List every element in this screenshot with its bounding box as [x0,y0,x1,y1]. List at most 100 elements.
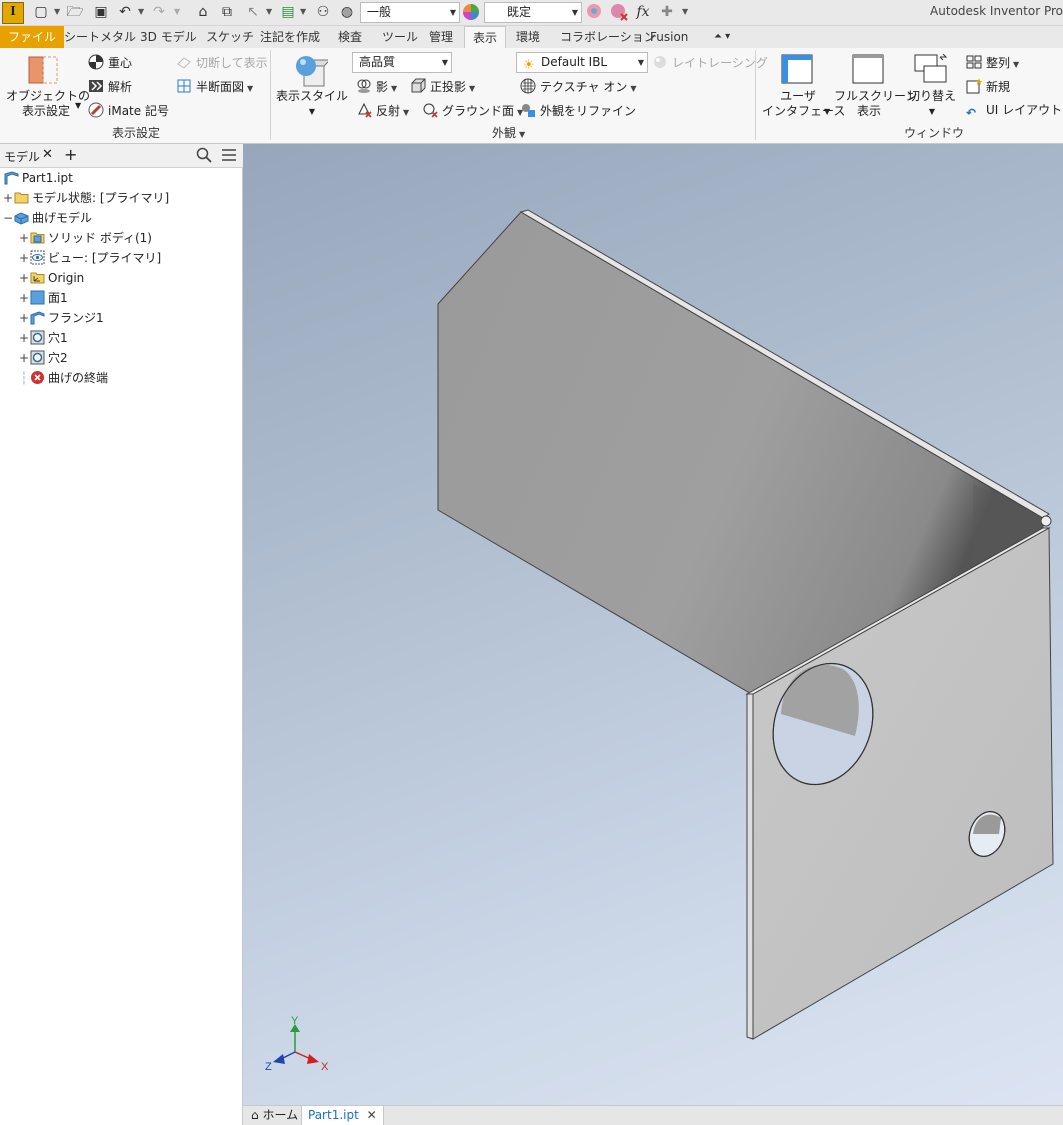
menu-icon[interactable] [221,147,237,166]
user-interface-icon[interactable] [781,54,813,84]
new-file-icon[interactable]: ▢ [32,3,50,21]
center-of-gravity-button[interactable]: 重心 [88,54,132,71]
tree-item[interactable]: − 曲げモデル [2,208,92,228]
material-select[interactable]: 一般 ▼ [360,2,460,23]
undo-icon[interactable]: ↶ [116,3,134,21]
shadows-button[interactable]: 影 ▼ [356,78,397,97]
fx-parameters-icon[interactable]: fx [634,3,652,21]
close-icon[interactable]: ✕ [42,147,53,162]
arrange-button[interactable]: 整列 ▼ [966,54,1019,73]
tab-annotate[interactable]: 注記を作成 [252,26,328,48]
analysis-button[interactable]: 解析 [88,78,132,95]
orthographic-button[interactable]: 正投影 ▼ [410,78,475,97]
home-icon[interactable]: ⌂ [194,3,212,21]
tab-manage[interactable]: 管理 [421,26,461,48]
search-icon[interactable] [196,147,212,166]
material-icon[interactable]: ◍ [338,3,356,21]
tab-file[interactable]: ファイル [0,26,65,48]
ibl-select[interactable]: ☀ Default IBL ▼ [516,52,648,73]
clear-appearance-icon[interactable] [610,3,628,21]
tab-fusion[interactable]: Fusion [642,26,696,48]
tab-tools[interactable]: ツール [374,26,426,48]
tree-item[interactable]: + モデル状態: [プライマリ] [2,188,169,208]
switch-windows-icon[interactable] [914,53,948,84]
color-wheel-icon[interactable] [462,3,480,21]
sheet-metal-part[interactable] [243,144,1063,1105]
end-of-part-icon [30,370,45,385]
expand-icon[interactable]: + [18,248,30,268]
ground-plane-button[interactable]: グラウンド面 ▼ [422,102,523,121]
tab-inspect[interactable]: 検査 [330,26,370,48]
ipropertiess-icon[interactable]: ⚇ [314,3,332,21]
object-visibility-button[interactable]: オブジェクトの 表示設定 [6,89,90,119]
select-icon[interactable]: ↖ [244,3,262,21]
tree-item[interactable]: + フランジ1 [18,308,104,328]
undo-dropdown-icon[interactable]: ▼ [138,8,146,16]
tree-item[interactable]: + ビュー: [プライマリ] [18,248,161,268]
collapse-icon[interactable]: − [2,208,14,228]
reflections-button[interactable]: 反射 ▼ [356,102,409,121]
part-document-tab[interactable]: Part1.ipt ✕ [301,1106,384,1125]
imate-glyphs-button[interactable]: iMate 記号 [88,102,169,119]
save-icon[interactable]: ▣ [92,3,110,21]
switch-windows-button[interactable]: 切り替え ▼ [905,89,959,119]
tree-item[interactable]: + ソリッド ボディ(1) [18,228,152,248]
redo-icon[interactable]: ↷ [150,3,168,21]
select-dropdown-icon[interactable]: ▼ [266,8,274,16]
inventor-logo-icon[interactable]: I [2,2,24,24]
customize-dropdown-icon[interactable]: ▼ [682,8,690,16]
browser-tab-model[interactable]: モデル [4,148,40,165]
tab-sheet-metal[interactable]: シートメタル [56,26,144,48]
half-section-button[interactable]: 半断面図 ▼ [176,78,253,97]
close-icon[interactable]: ✕ [367,1108,377,1122]
appearance-select[interactable]: 既定 ▼ [484,2,582,23]
add-tab-icon[interactable]: + [64,145,77,164]
expand-icon[interactable]: + [18,348,30,368]
reset-ui-layout-button[interactable]: ↶ UI レイアウトを リ [966,102,1063,121]
object-visibility-icon[interactable] [28,56,58,84]
open-folder-icon[interactable]: 🗁 [66,3,84,21]
ribbon-options-icon[interactable]: ⏶ ▾ [706,26,738,48]
new-window-label: 新規 [986,80,1011,94]
new-dropdown-icon[interactable]: ▼ [54,8,62,16]
ray-tracing-button[interactable]: レイトレーシング [652,54,768,71]
tab-3d-model[interactable]: 3D モデル [132,26,205,48]
textures-on-button[interactable]: テクスチャ オン ▼ [520,78,637,97]
update-dropdown-icon[interactable]: ▼ [300,8,308,16]
expand-icon[interactable]: + [18,308,30,328]
appearance-group-label[interactable]: 外観 ▼ [492,124,525,141]
tab-view[interactable]: 表示 [464,26,507,48]
tree-item[interactable]: + 穴2 [18,348,68,368]
expand-icon[interactable]: + [18,268,30,288]
slice-graphics-icon [176,54,192,70]
fullscreen-button[interactable]: フルスクリーン 表示 [834,89,917,119]
tab-environments[interactable]: 環境 [508,26,548,48]
ibl-value: Default IBL [541,55,608,69]
tree-item[interactable]: + 穴1 [18,328,68,348]
tree-item[interactable]: + 面1 [18,288,68,308]
new-window-button[interactable]: 新規 [966,78,1010,95]
plus-icon[interactable]: ✚ [658,3,676,21]
update-icon[interactable]: ▤ [279,3,297,21]
expand-icon[interactable]: + [18,228,30,248]
expand-icon[interactable]: + [2,188,14,208]
tree-item[interactable]: ┆ 曲げの終端 [18,368,108,388]
slice-graphics-button[interactable]: 切断して表示 [176,54,268,71]
visual-style-button[interactable]: 表示スタイル ▼ [276,89,348,119]
refine-appearance-button[interactable]: 外観をリファイン [520,102,636,119]
adjust-appearance-icon[interactable] [586,3,604,21]
home-tab[interactable]: ⌂ ホーム [245,1106,304,1125]
browser-root[interactable]: Part1.ipt [4,168,73,188]
expand-icon[interactable]: + [18,288,30,308]
quality-select[interactable]: 高品質 ▼ [352,52,452,73]
view-triad[interactable]: Y X Z [263,1016,333,1076]
fullscreen-icon[interactable] [852,54,884,84]
copy-icon[interactable]: ⧉ [218,3,236,21]
visual-style-icon[interactable] [294,54,332,88]
tree-item[interactable]: + Origin [18,268,84,288]
expand-icon[interactable]: + [18,328,30,348]
graphics-viewport[interactable]: Y X Z [243,144,1063,1105]
user-interface-dropdown-icon[interactable]: ▼ [824,104,830,120]
redo-dropdown-icon[interactable]: ▼ [174,8,182,16]
object-visibility-dropdown-icon[interactable]: ▼ [75,98,81,114]
